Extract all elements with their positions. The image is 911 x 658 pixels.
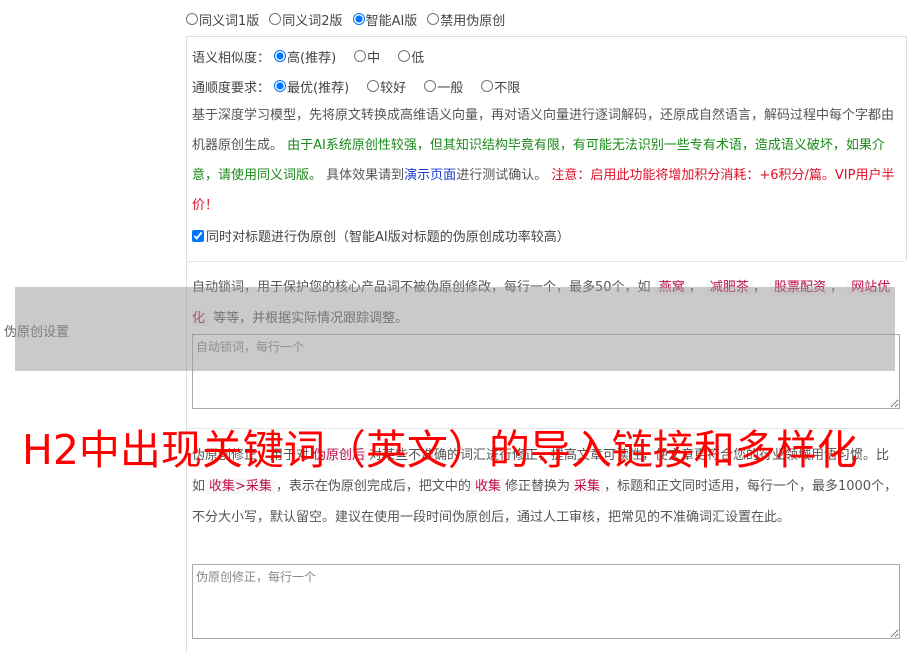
divider bbox=[186, 261, 905, 262]
fluency-radio[interactable] bbox=[367, 80, 380, 92]
correction-tag: 收集 bbox=[470, 479, 505, 494]
fluency-any[interactable]: 不限 bbox=[481, 77, 520, 96]
mode-radio[interactable] bbox=[269, 13, 282, 25]
mode-option-synonym1[interactable]: 同义词1版 bbox=[186, 10, 259, 29]
fluency-best[interactable]: 最优(推荐) bbox=[274, 77, 349, 96]
mode-option-ai[interactable]: 智能AI版 bbox=[352, 10, 417, 29]
similarity-radio[interactable] bbox=[274, 50, 287, 62]
fluency-normal[interactable]: 一般 bbox=[424, 77, 463, 96]
mode-radio-group: 同义词1版 同义词2版 智能AI版 禁用伪原创 bbox=[186, 8, 515, 30]
fluency-radio[interactable] bbox=[481, 80, 494, 92]
similarity-radio[interactable] bbox=[354, 50, 367, 62]
similarity-label: 语义相似度： bbox=[192, 50, 271, 66]
fluency-row: 通顺度要求： 最优(推荐) 较好 一般 不限 bbox=[192, 75, 530, 97]
correction-tag: 收集>采集 bbox=[205, 479, 276, 494]
similarity-low[interactable]: 低 bbox=[398, 47, 424, 66]
similarity-row: 语义相似度： 高(推荐) 中 低 bbox=[192, 45, 434, 67]
similarity-mid[interactable]: 中 bbox=[354, 47, 380, 66]
fluency-label: 通顺度要求： bbox=[192, 80, 271, 96]
mode-radio[interactable] bbox=[352, 13, 365, 25]
similarity-radio[interactable] bbox=[398, 50, 411, 62]
similarity-high[interactable]: 高(推荐) bbox=[274, 47, 336, 66]
title-rewrite-check[interactable] bbox=[192, 229, 204, 242]
fluency-good[interactable]: 较好 bbox=[367, 77, 406, 96]
correction-tag: 采集 bbox=[569, 479, 604, 494]
overlay-title: H2中出现关键词（英文）的导入链接和多样化 bbox=[22, 426, 858, 474]
mode-option-disable[interactable]: 禁用伪原创 bbox=[427, 10, 505, 29]
mode-option-synonym2[interactable]: 同义词2版 bbox=[269, 10, 343, 29]
title-rewrite-checkbox[interactable]: 同时对标题进行伪原创（智能AI版对标题的伪原创成功率较高） bbox=[192, 226, 570, 245]
demo-page-link[interactable]: 演示页面 bbox=[404, 168, 456, 183]
gray-overlay-band bbox=[15, 287, 895, 371]
mode-radio[interactable] bbox=[427, 13, 440, 25]
fluency-radio[interactable] bbox=[424, 80, 437, 92]
fluency-radio[interactable] bbox=[274, 80, 287, 92]
ai-description: 基于深度学习模型，先将原文转换成高维语义向量，再对语义向量进行逐词解码，还原成自… bbox=[192, 108, 895, 213]
correction-input[interactable] bbox=[192, 564, 900, 639]
mode-radio[interactable] bbox=[186, 13, 198, 25]
